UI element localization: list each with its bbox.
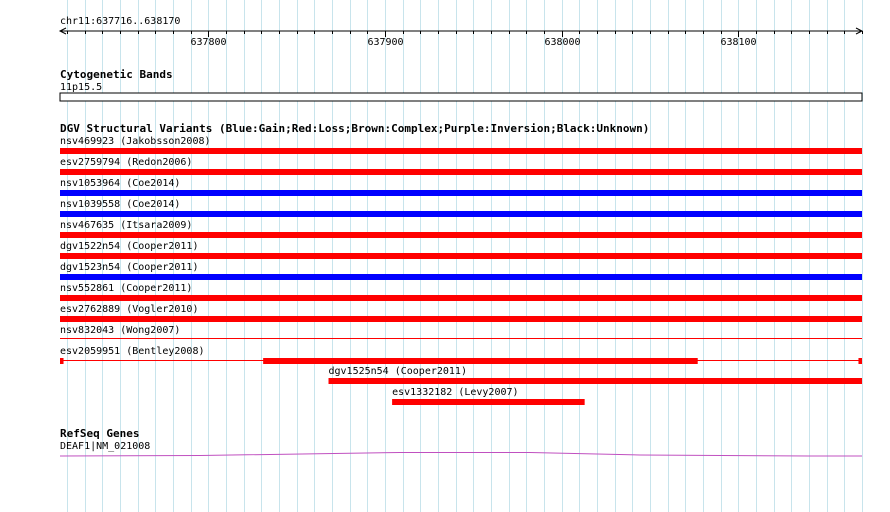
dgv-feature[interactable]: dgv1525n54 (Cooper2011) <box>328 366 863 384</box>
dgv-feature-label: dgv1525n54 (Cooper2011) <box>329 366 467 377</box>
dgv-feature-block[interactable] <box>858 358 862 364</box>
dgv-feature-bar[interactable] <box>328 378 863 384</box>
dgv-feature-bar[interactable] <box>392 399 585 405</box>
dgv-feature-bar[interactable] <box>60 253 862 259</box>
dgv-track[interactable]: DGV Structural Variants (Blue:Gain;Red:L… <box>60 122 863 405</box>
position-label: chr11:637716..638170 <box>60 16 180 27</box>
dgv-feature-block[interactable] <box>263 358 698 364</box>
cytoband-label: 11p15.5 <box>60 82 102 93</box>
dgv-feature-bar[interactable] <box>60 169 862 175</box>
dgv-feature-label: nsv469923 (Jakobsson2008) <box>60 136 211 147</box>
dgv-feature-bar[interactable] <box>60 190 862 196</box>
refseq-track-title: RefSeq Genes <box>60 427 139 440</box>
dgv-feature-bar[interactable] <box>60 232 862 238</box>
dgv-feature[interactable]: esv2762889 (Vogler2010) <box>60 304 862 322</box>
dgv-feature[interactable]: esv2059951 (Bentley2008) <box>60 346 862 364</box>
browser-canvas: chr11:637716..638170 637800 637900 638000 6… <box>58 0 864 512</box>
dgv-feature[interactable]: dgv1522n54 (Cooper2011) <box>60 241 862 259</box>
dgv-feature[interactable]: esv2759794 (Redon2006) <box>60 157 862 175</box>
ruler-tick-label: 638100 <box>720 37 756 48</box>
dgv-features: nsv469923 (Jakobsson2008) esv2759794 (Red… <box>60 136 863 405</box>
ruler-tick-label: 638000 <box>544 37 580 48</box>
dgv-feature-bar[interactable] <box>60 211 862 217</box>
cytoband-track[interactable]: Cytogenetic Bands 11p15.5 <box>59 68 863 102</box>
ruler-tick-label: 637900 <box>367 37 403 48</box>
refseq-gene-label: DEAF1|NM_021008 <box>60 441 150 452</box>
dgv-feature-label: esv2759794 (Redon2006) <box>60 157 192 168</box>
dgv-feature[interactable]: dgv1523n54 (Cooper2011) <box>60 262 862 280</box>
dgv-feature-block[interactable] <box>60 358 64 364</box>
dgv-feature-label: nsv1039558 (Coe2014) <box>60 199 180 210</box>
dgv-feature[interactable]: nsv552861 (Cooper2011) <box>60 283 862 301</box>
dgv-feature[interactable]: nsv1053964 (Coe2014) <box>60 178 862 196</box>
dgv-feature-bar[interactable] <box>60 316 862 322</box>
dgv-feature-label: dgv1522n54 (Cooper2011) <box>60 241 198 252</box>
dgv-track-title: DGV Structural Variants (Blue:Gain;Red:L… <box>60 122 649 135</box>
dgv-feature[interactable]: nsv469923 (Jakobsson2008) <box>60 136 862 154</box>
dgv-feature[interactable]: esv1332182 (Levy2007) <box>392 387 585 405</box>
dgv-feature-label: nsv832043 (Wong2007) <box>60 325 180 336</box>
dgv-feature[interactable]: nsv1039558 (Coe2014) <box>60 199 862 217</box>
cytoband-track-title: Cytogenetic Bands <box>60 68 173 81</box>
dgv-feature-bar[interactable] <box>60 148 862 154</box>
dgv-feature-bar[interactable] <box>60 295 862 301</box>
ruler-tick-label: 637800 <box>190 37 226 48</box>
dgv-feature-label: nsv552861 (Cooper2011) <box>60 283 192 294</box>
ruler-ticks: 637800 637900 638000 638100 <box>67 31 863 48</box>
dgv-feature-label: esv1332182 (Levy2007) <box>392 387 518 398</box>
dgv-feature-label: dgv1523n54 (Cooper2011) <box>60 262 198 273</box>
dgv-feature-label: nsv1053964 (Coe2014) <box>60 178 180 189</box>
dgv-feature-label: esv2762889 (Vogler2010) <box>60 304 198 315</box>
dgv-feature[interactable]: nsv832043 (Wong2007) <box>60 325 862 339</box>
genome-browser-view: chr11:637716..638170 637800 637900 638000 6… <box>0 0 890 512</box>
dgv-feature[interactable]: nsv467635 (Itsara2009) <box>60 220 862 238</box>
dgv-feature-label: esv2059951 (Bentley2008) <box>60 346 205 357</box>
dgv-feature-label: nsv467635 (Itsara2009) <box>60 220 192 231</box>
dgv-feature-bar[interactable] <box>60 274 862 280</box>
refseq-track[interactable]: RefSeq Genes DEAF1|NM_021008 <box>59 427 862 457</box>
ruler[interactable]: chr11:637716..638170 637800 637900 638000 6… <box>58 16 864 48</box>
refseq-gene-line[interactable] <box>59 452 862 457</box>
cytoband-bar[interactable] <box>59 92 863 102</box>
